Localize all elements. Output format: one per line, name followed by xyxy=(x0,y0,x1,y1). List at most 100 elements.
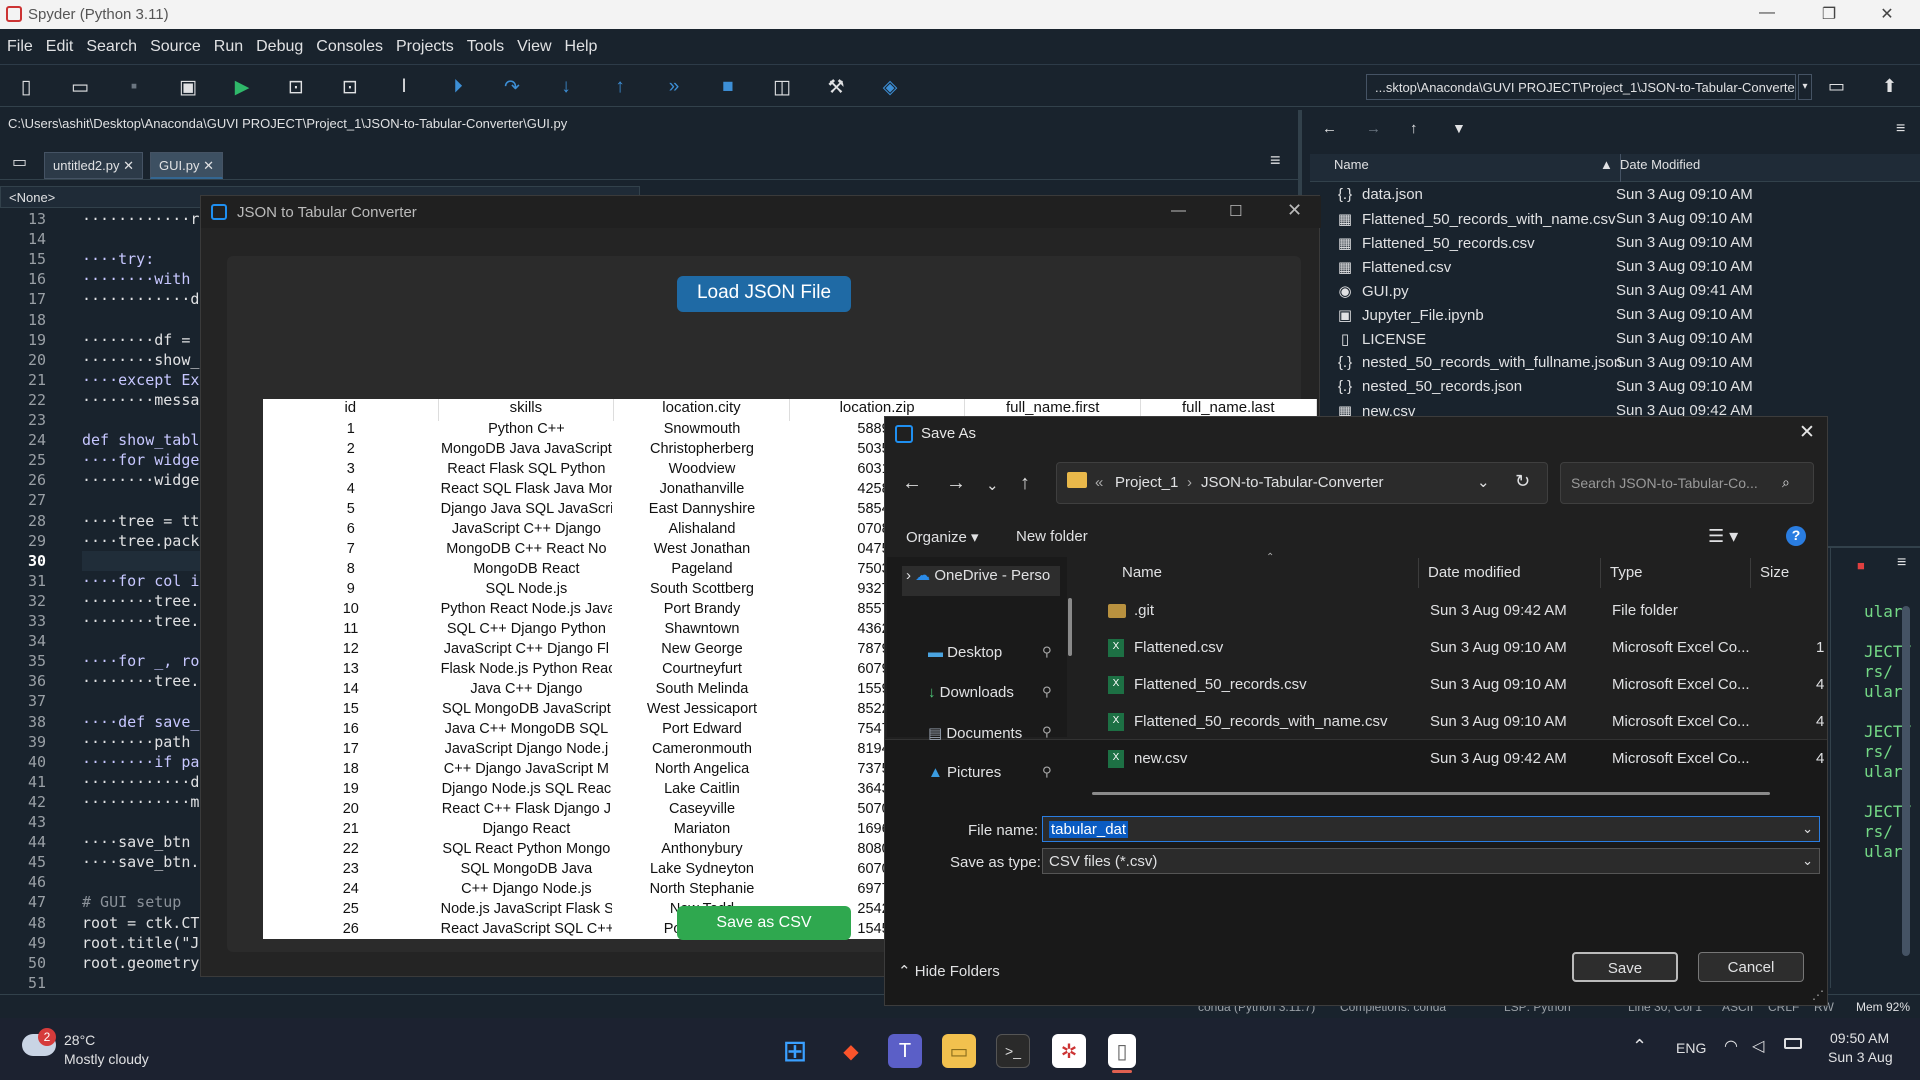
step-into-icon[interactable]: ↓ xyxy=(554,75,578,99)
close-icon[interactable]: ✕ xyxy=(123,158,134,173)
explorer-file-row[interactable]: {.} nested_50_records.json xyxy=(1336,378,1522,402)
open-file-icon[interactable]: ▭ xyxy=(68,75,92,99)
column-date-modified[interactable]: Date Modified xyxy=(1620,157,1700,172)
file-list-item[interactable]: .git Sun 3 Aug 09:42 AM File folder xyxy=(1100,602,1800,636)
tab-untitled2[interactable]: untitled2.py ✕ xyxy=(44,152,144,179)
run-selection-icon[interactable]: I xyxy=(392,75,416,99)
spyder-taskbar-icon[interactable]: ✲ xyxy=(1052,1034,1086,1068)
explorer-file-row[interactable]: {.} data.json xyxy=(1336,186,1423,210)
menu-source[interactable]: Source xyxy=(143,29,207,56)
save-file-icon[interactable]: ▪ xyxy=(122,75,146,99)
explorer-file-row[interactable]: {.} nested_50_records_with_fullname.json xyxy=(1336,354,1622,378)
pin-icon[interactable]: ⚲ xyxy=(1042,684,1052,700)
explorer-file-row[interactable]: ▦ Flattened_50_records.csv xyxy=(1336,234,1535,258)
menu-run[interactable]: Run xyxy=(207,29,249,56)
cancel-button[interactable]: Cancel xyxy=(1698,952,1804,982)
file-list-scrollbar[interactable] xyxy=(1092,792,1770,795)
save-all-icon[interactable]: ▣ xyxy=(176,75,200,99)
explorer-file-row[interactable]: ▣ Jupyter_File.ipynb xyxy=(1336,306,1484,330)
file-list-item[interactable]: X Flattened.csv Sun 3 Aug 09:10 AM Microsof… xyxy=(1100,639,1824,673)
table-column-header[interactable]: skills xyxy=(439,399,615,421)
new-file-icon[interactable]: ▯ xyxy=(14,75,38,99)
new-folder-button[interactable]: New folder xyxy=(1016,528,1088,545)
speaker-icon[interactable]: ◁ xyxy=(1752,1036,1764,1056)
file-list-column-size[interactable]: Size xyxy=(1760,564,1789,581)
close-button[interactable]: ✕ xyxy=(1287,200,1302,221)
menu-file[interactable]: File xyxy=(0,29,39,56)
parent-directory-icon[interactable]: ⬆ xyxy=(1882,76,1897,97)
clock-time[interactable]: 09:50 AM xyxy=(1830,1030,1889,1046)
step-icon[interactable]: ↷ xyxy=(500,75,524,99)
weather-condition[interactable]: Mostly cloudy xyxy=(64,1051,149,1067)
run-cell-icon[interactable]: ⊡ xyxy=(284,75,308,99)
file-explorer-icon[interactable]: ▭ xyxy=(942,1034,976,1068)
up-arrow-icon[interactable]: ↑ xyxy=(1410,120,1418,137)
menu-projects[interactable]: Projects xyxy=(389,29,460,56)
notepad-icon[interactable]: ▯ xyxy=(1108,1034,1136,1068)
close-button[interactable]: ✕ xyxy=(1864,4,1910,24)
chevron-down-icon[interactable]: ⌄ xyxy=(1477,473,1490,491)
battery-icon[interactable] xyxy=(1784,1038,1802,1049)
search-input[interactable]: Search JSON-to-Tabular-Co... xyxy=(1560,462,1814,504)
menu-debug[interactable]: Debug xyxy=(249,29,309,56)
menu-help[interactable]: Help xyxy=(558,29,604,56)
minimize-button[interactable]: — xyxy=(1171,202,1186,219)
browse-tabs-icon[interactable]: ▭ xyxy=(12,152,27,172)
code-editor[interactable]: ············retur····try:········with···… xyxy=(82,208,202,990)
working-directory-input[interactable]: ...sktop\Anaconda\GUVI PROJECT\Project_1… xyxy=(1366,74,1796,100)
maximize-pane-icon[interactable]: ◫ xyxy=(770,75,794,99)
save-csv-button[interactable]: Save as CSV xyxy=(677,906,851,940)
load-json-button[interactable]: Load JSON File xyxy=(677,276,851,312)
table-column-header[interactable]: location.city xyxy=(614,399,790,421)
forward-arrow-icon[interactable]: → xyxy=(946,472,966,495)
clock-date[interactable]: Sun 3 Aug xyxy=(1828,1049,1893,1065)
menu-tools[interactable]: Tools xyxy=(460,29,510,56)
options-menu-icon[interactable]: ≡ xyxy=(1896,120,1905,138)
chevron-up-icon[interactable]: ⌃ xyxy=(1632,1036,1647,1057)
nav-item-cloud[interactable]: › ☁ OneDrive - Perso xyxy=(906,566,1050,584)
pin-icon[interactable]: ⚲ xyxy=(1042,724,1052,740)
file-list-item[interactable]: X Flattened_50_records_with_name.csv Sun 3… xyxy=(1100,713,1824,747)
file-list-item[interactable]: X Flattened_50_records.csv Sun 3 Aug 09:10… xyxy=(1100,676,1824,710)
step-out-icon[interactable]: ↑ xyxy=(608,75,632,99)
stop-debug-icon[interactable]: ■ xyxy=(716,75,740,99)
column-name[interactable]: Name xyxy=(1334,157,1369,172)
tab-gui[interactable]: GUI.py ✕ xyxy=(150,152,223,179)
pin-icon[interactable]: ⚲ xyxy=(1042,764,1052,780)
options-menu-icon[interactable]: ≡ xyxy=(1270,150,1281,171)
close-icon[interactable]: ✕ xyxy=(203,158,214,173)
hide-folders-button[interactable]: ⌃ Hide Folders xyxy=(898,962,1000,980)
browse-folder-icon[interactable]: ▭ xyxy=(1828,76,1845,97)
save-type-select[interactable]: CSV files (*.csv) ⌄ xyxy=(1042,848,1820,874)
explorer-file-row[interactable]: ▦ Flattened.csv xyxy=(1336,258,1451,282)
chevron-down-icon[interactable]: ▾ xyxy=(1798,74,1812,100)
nav-item-documents[interactable]: ▤ Documents ⚲ xyxy=(928,724,1052,742)
nav-item-download[interactable]: ↓ Downloads ⚲ xyxy=(928,684,1052,701)
console-options-icon[interactable]: ≡ xyxy=(1897,554,1906,572)
menu-edit[interactable]: Edit xyxy=(39,29,80,56)
nav-item-pictures[interactable]: ▲ Pictures ⚲ xyxy=(928,764,1052,781)
language-indicator[interactable]: ENG xyxy=(1676,1040,1706,1056)
nav-scrollbar[interactable] xyxy=(1068,598,1072,656)
brave-browser-icon[interactable]: ◆ xyxy=(834,1034,868,1068)
continue-icon[interactable]: » xyxy=(662,75,686,99)
explorer-file-row[interactable]: ▦ Flattened_50_records_with_name.csv xyxy=(1336,210,1616,234)
file-list-column-name[interactable]: Name xyxy=(1122,564,1162,581)
maximize-button[interactable]: ❐ xyxy=(1806,4,1852,24)
resize-grip-icon[interactable]: ⋰ xyxy=(1812,988,1824,1002)
chevron-right-icon[interactable]: › xyxy=(906,567,915,584)
up-arrow-icon[interactable]: ↑ xyxy=(1020,472,1030,495)
wifi-icon[interactable]: ◠ xyxy=(1724,1036,1738,1056)
teams-icon[interactable]: T xyxy=(888,1034,922,1068)
menu-view[interactable]: View xyxy=(510,29,557,56)
back-arrow-icon[interactable]: ← xyxy=(1322,120,1337,137)
wrench-icon[interactable]: ⚒ xyxy=(824,75,848,99)
menu-search[interactable]: Search xyxy=(79,29,143,56)
file-list-column-date-modified[interactable]: Date modified xyxy=(1428,564,1521,581)
stop-console-icon[interactable]: ■ xyxy=(1857,558,1865,573)
forward-arrow-icon[interactable]: → xyxy=(1366,120,1381,137)
table-column-header[interactable]: id xyxy=(263,399,439,421)
breadcrumb-project[interactable]: Project_1 xyxy=(1115,474,1178,491)
explorer-file-row[interactable]: ◉ GUI.py xyxy=(1336,282,1408,306)
organize-menu[interactable]: Organize ▾ xyxy=(906,528,979,546)
